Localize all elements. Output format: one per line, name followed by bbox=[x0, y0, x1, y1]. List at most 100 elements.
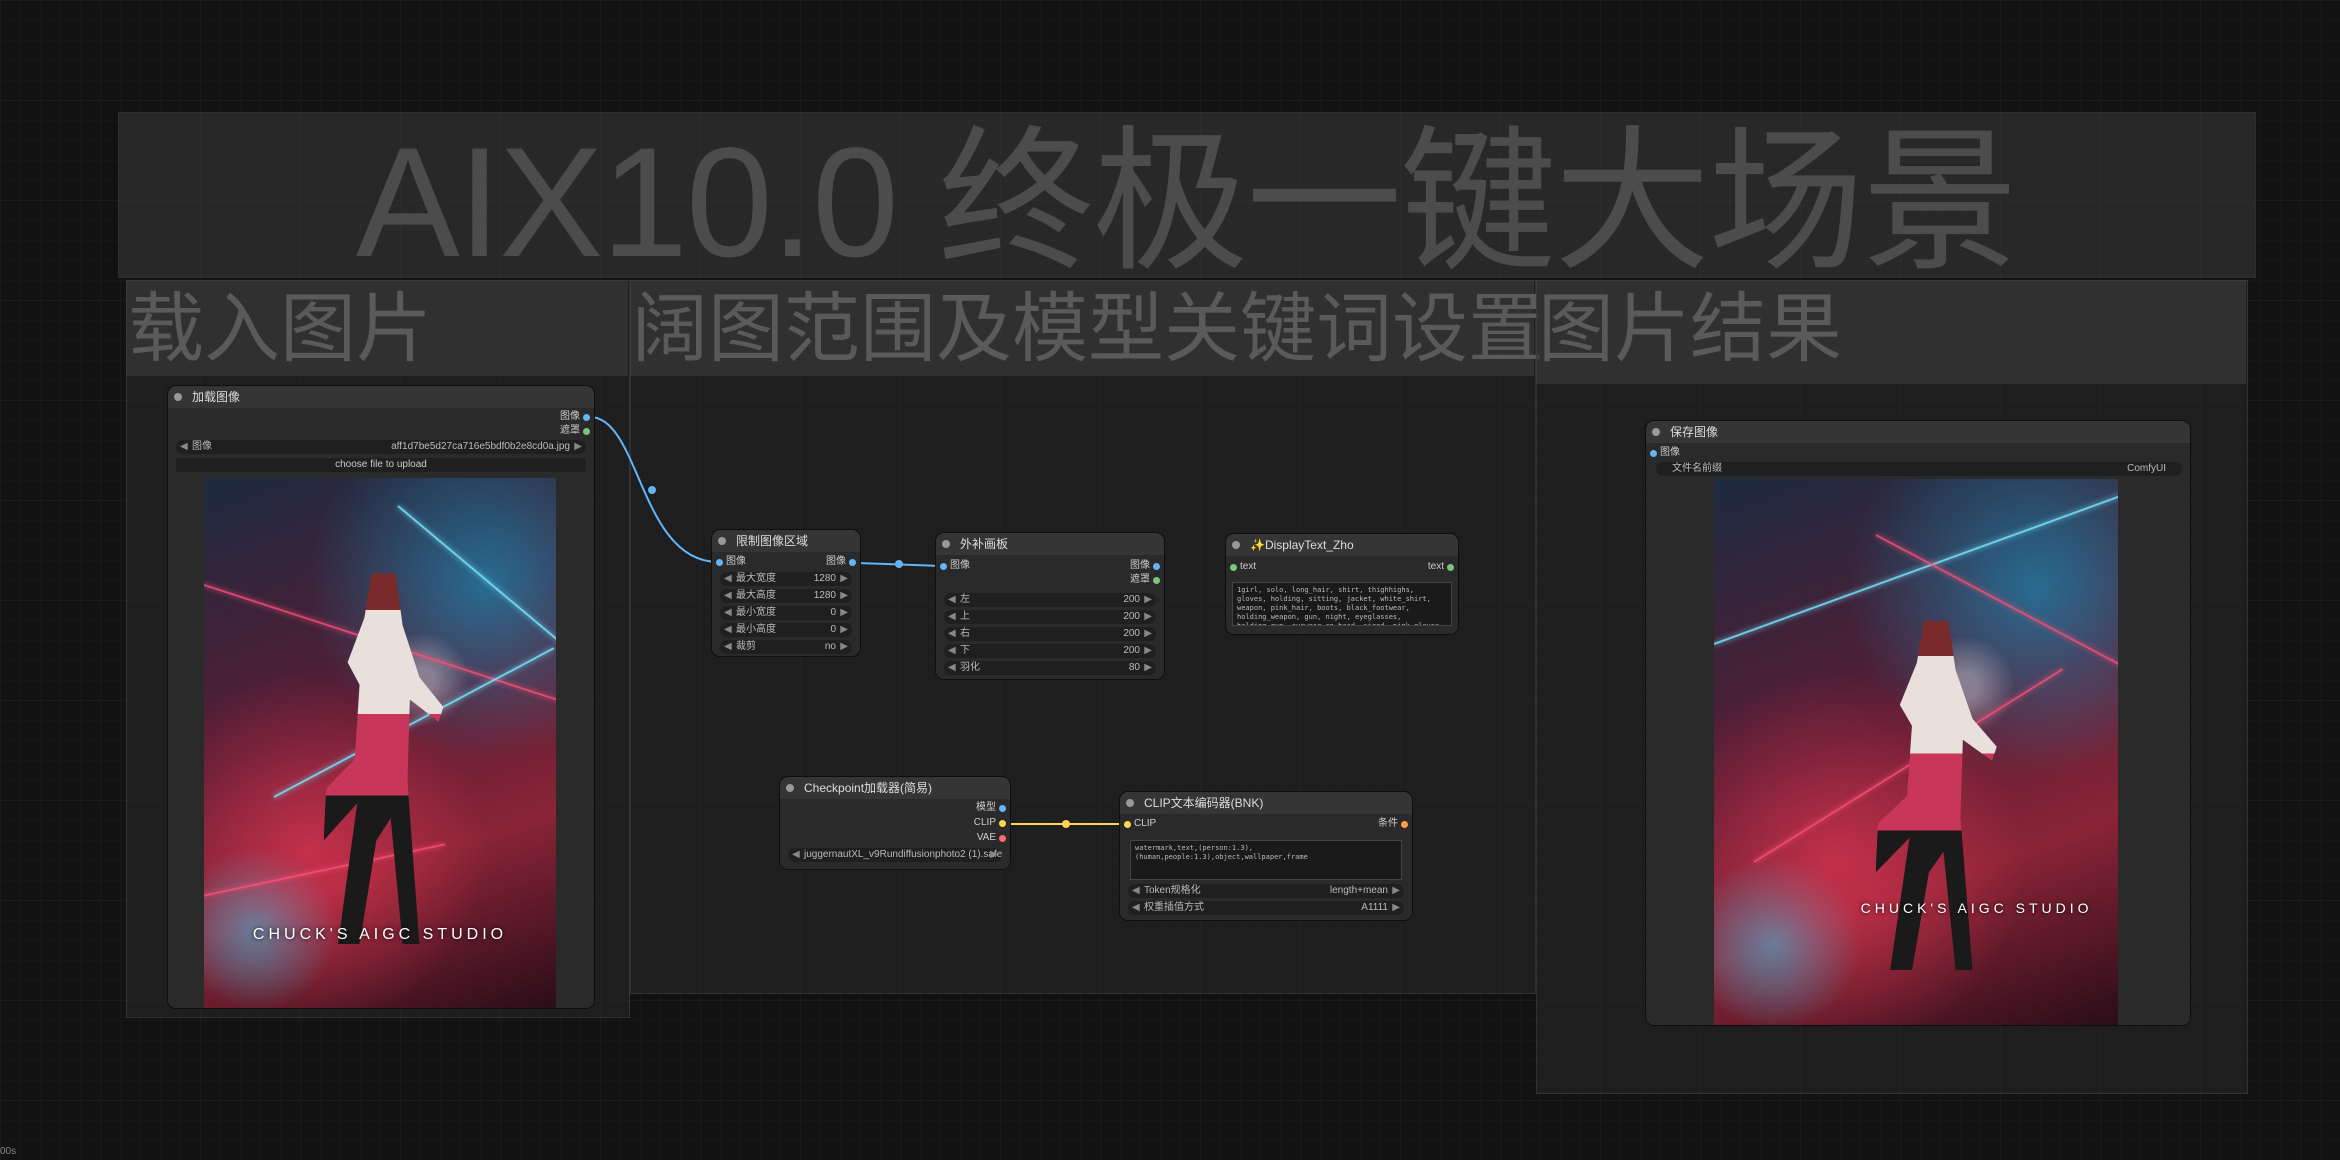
increment-arrow-icon[interactable]: ▶ bbox=[840, 606, 848, 620]
node-collapse-dot[interactable] bbox=[1652, 428, 1660, 436]
decrement-arrow-icon[interactable]: ◀ bbox=[724, 572, 732, 586]
weight-interpretation-select[interactable]: ◀ 权重插值方式 A1111 ▶ bbox=[1128, 901, 1404, 915]
node-title[interactable]: 限制图像区域 bbox=[712, 530, 860, 552]
display-text-node[interactable]: ✨DisplayText_Zho text text 1girl, solo, … bbox=[1226, 534, 1458, 634]
widget-label: 下 bbox=[960, 645, 970, 656]
input-socket-image[interactable] bbox=[1650, 450, 1657, 457]
decrement-arrow-icon[interactable]: ◀ bbox=[948, 593, 956, 607]
constrain-image-node[interactable]: 限制图像区域 图像 图像 ◀ 最大宽度 1280 ▶ ◀ 最大高度 1280 ▶… bbox=[712, 530, 860, 656]
load-image-node[interactable]: 加载图像 图像 遮罩 ◀ 图像 aff1d7be5d27ca716e5bdf0b… bbox=[168, 386, 594, 1008]
node-title[interactable]: 加载图像 bbox=[168, 386, 594, 408]
clip-text-encoder-node[interactable]: CLIP文本编码器(BNK) CLIP 条件 watermark,text,(p… bbox=[1120, 792, 1412, 920]
increment-arrow-icon[interactable]: ▶ bbox=[1144, 593, 1152, 607]
checkpoint-loader-node[interactable]: Checkpoint加载器(简易) 模型 CLIP VAE ◀ juggerna… bbox=[780, 777, 1010, 869]
increment-arrow-icon[interactable]: ▶ bbox=[1392, 884, 1400, 898]
output-label-image: 图像 bbox=[1130, 560, 1150, 571]
filename-prefix-input[interactable]: 文件名前缀 ComfyUI bbox=[1656, 462, 2182, 476]
decrement-arrow-icon[interactable]: ◀ bbox=[1132, 884, 1140, 898]
increment-arrow-icon[interactable]: ▶ bbox=[1144, 610, 1152, 624]
min-height-widget[interactable]: ◀ 最小高度 0 ▶ bbox=[720, 623, 852, 637]
output-label-mask: 遮罩 bbox=[1130, 574, 1150, 585]
widget-value: A1111 bbox=[1361, 902, 1388, 913]
node-title[interactable]: 外补画板 bbox=[936, 533, 1164, 555]
widget-label: 左 bbox=[960, 594, 970, 605]
increment-arrow-icon[interactable]: ▶ bbox=[574, 440, 582, 454]
upload-button[interactable]: choose file to upload bbox=[176, 458, 586, 472]
pad-top-widget[interactable]: ◀ 上 200 ▶ bbox=[944, 610, 1156, 624]
output-socket-conditioning[interactable] bbox=[1401, 821, 1408, 828]
decrement-arrow-icon[interactable]: ◀ bbox=[724, 623, 732, 637]
node-collapse-dot[interactable] bbox=[1126, 799, 1134, 807]
widget-value: 0 bbox=[830, 607, 836, 618]
input-socket-image[interactable] bbox=[716, 559, 723, 566]
pad-left-widget[interactable]: ◀ 左 200 ▶ bbox=[944, 593, 1156, 607]
node-title[interactable]: Checkpoint加载器(简易) bbox=[780, 777, 1010, 799]
node-title[interactable]: CLIP文本编码器(BNK) bbox=[1120, 792, 1412, 814]
output-socket-image[interactable] bbox=[1153, 563, 1160, 570]
node-title[interactable]: 保存图像 bbox=[1646, 421, 2190, 443]
min-width-widget[interactable]: ◀ 最小宽度 0 ▶ bbox=[720, 606, 852, 620]
decrement-arrow-icon[interactable]: ◀ bbox=[724, 606, 732, 620]
decrement-arrow-icon[interactable]: ◀ bbox=[948, 627, 956, 641]
increment-arrow-icon[interactable]: ▶ bbox=[840, 623, 848, 637]
widget-value: 1280 bbox=[813, 590, 836, 601]
token-normalization-select[interactable]: ◀ Token规格化 length+mean ▶ bbox=[1128, 884, 1404, 898]
input-socket-clip[interactable] bbox=[1124, 821, 1131, 828]
checkpoint-select[interactable]: ◀ juggernautXL_v9Rundiffusionphoto2 (1).… bbox=[788, 848, 1002, 862]
widget-label: 最小宽度 bbox=[736, 607, 776, 618]
max-height-widget[interactable]: ◀ 最大高度 1280 ▶ bbox=[720, 589, 852, 603]
decrement-arrow-icon[interactable]: ◀ bbox=[948, 610, 956, 624]
increment-arrow-icon[interactable]: ▶ bbox=[1144, 627, 1152, 641]
display-text-output[interactable]: 1girl, solo, long_hair, shirt, thighhigh… bbox=[1232, 582, 1452, 626]
decrement-arrow-icon[interactable]: ◀ bbox=[724, 640, 732, 654]
node-collapse-dot[interactable] bbox=[718, 537, 726, 545]
output-socket-image[interactable] bbox=[583, 414, 590, 421]
node-collapse-dot[interactable] bbox=[1232, 541, 1240, 549]
pad-bottom-widget[interactable]: ◀ 下 200 ▶ bbox=[944, 644, 1156, 658]
output-socket-mask[interactable] bbox=[1153, 577, 1160, 584]
increment-arrow-icon[interactable]: ▶ bbox=[1144, 644, 1152, 658]
save-image-node[interactable]: 保存图像 图像 文件名前缀 ComfyUI CHUCK'S AIGC STUDI… bbox=[1646, 421, 2190, 1025]
crop-widget[interactable]: ◀ 裁剪 no ▶ bbox=[720, 640, 852, 654]
decrement-arrow-icon[interactable]: ◀ bbox=[948, 644, 956, 658]
result-image-preview: CHUCK'S AIGC STUDIO bbox=[1714, 479, 2118, 1025]
result-image-scene: CHUCK'S AIGC STUDIO bbox=[1714, 479, 2118, 1025]
feather-widget[interactable]: ◀ 羽化 80 ▶ bbox=[944, 661, 1156, 675]
max-width-widget[interactable]: ◀ 最大宽度 1280 ▶ bbox=[720, 572, 852, 586]
widget-value: juggernautXL_v9Rundiffusionphoto2 (1).sa… bbox=[804, 849, 1002, 860]
increment-arrow-icon[interactable]: ▶ bbox=[990, 848, 998, 862]
input-socket-image[interactable] bbox=[940, 563, 947, 570]
output-socket-mask[interactable] bbox=[583, 428, 590, 435]
widget-value: 80 bbox=[1128, 662, 1140, 673]
prompt-textarea[interactable]: watermark,text,(person:1.3),(human,peopl… bbox=[1130, 840, 1402, 880]
decrement-arrow-icon[interactable]: ◀ bbox=[948, 661, 956, 675]
increment-arrow-icon[interactable]: ▶ bbox=[840, 572, 848, 586]
decrement-arrow-icon[interactable]: ◀ bbox=[724, 589, 732, 603]
image-file-select[interactable]: ◀ 图像 aff1d7be5d27ca716e5bdf0b2e8cd0a.jpg… bbox=[176, 440, 586, 454]
node-collapse-dot[interactable] bbox=[942, 540, 950, 548]
node-collapse-dot[interactable] bbox=[786, 784, 794, 792]
increment-arrow-icon[interactable]: ▶ bbox=[1144, 661, 1152, 675]
increment-arrow-icon[interactable]: ▶ bbox=[840, 589, 848, 603]
input-socket-text[interactable] bbox=[1230, 564, 1237, 571]
widget-value: length+mean bbox=[1329, 885, 1388, 896]
output-socket-clip[interactable] bbox=[999, 820, 1006, 827]
increment-arrow-icon[interactable]: ▶ bbox=[840, 640, 848, 654]
widget-value: 1280 bbox=[813, 573, 836, 584]
decrement-arrow-icon[interactable]: ◀ bbox=[180, 440, 188, 454]
input-label-image: 图像 bbox=[950, 560, 970, 571]
output-label-image: 图像 bbox=[560, 411, 580, 422]
pad-image-node[interactable]: 外补画板 图像 图像 遮罩 ◀ 左 200 ▶ ◀ 上 200 ▶ ◀ 右 20… bbox=[936, 533, 1164, 679]
output-socket-text[interactable] bbox=[1447, 564, 1454, 571]
widget-label: Token规格化 bbox=[1144, 885, 1201, 896]
node-title[interactable]: ✨DisplayText_Zho bbox=[1226, 534, 1458, 556]
pad-right-widget[interactable]: ◀ 右 200 ▶ bbox=[944, 627, 1156, 641]
output-socket-vae[interactable] bbox=[999, 835, 1006, 842]
output-socket-model[interactable] bbox=[999, 805, 1006, 812]
decrement-arrow-icon[interactable]: ◀ bbox=[1132, 901, 1140, 915]
widget-label: 文件名前缀 bbox=[1672, 463, 1722, 474]
decrement-arrow-icon[interactable]: ◀ bbox=[792, 848, 800, 862]
increment-arrow-icon[interactable]: ▶ bbox=[1392, 901, 1400, 915]
output-socket-image[interactable] bbox=[849, 559, 856, 566]
node-collapse-dot[interactable] bbox=[174, 393, 182, 401]
